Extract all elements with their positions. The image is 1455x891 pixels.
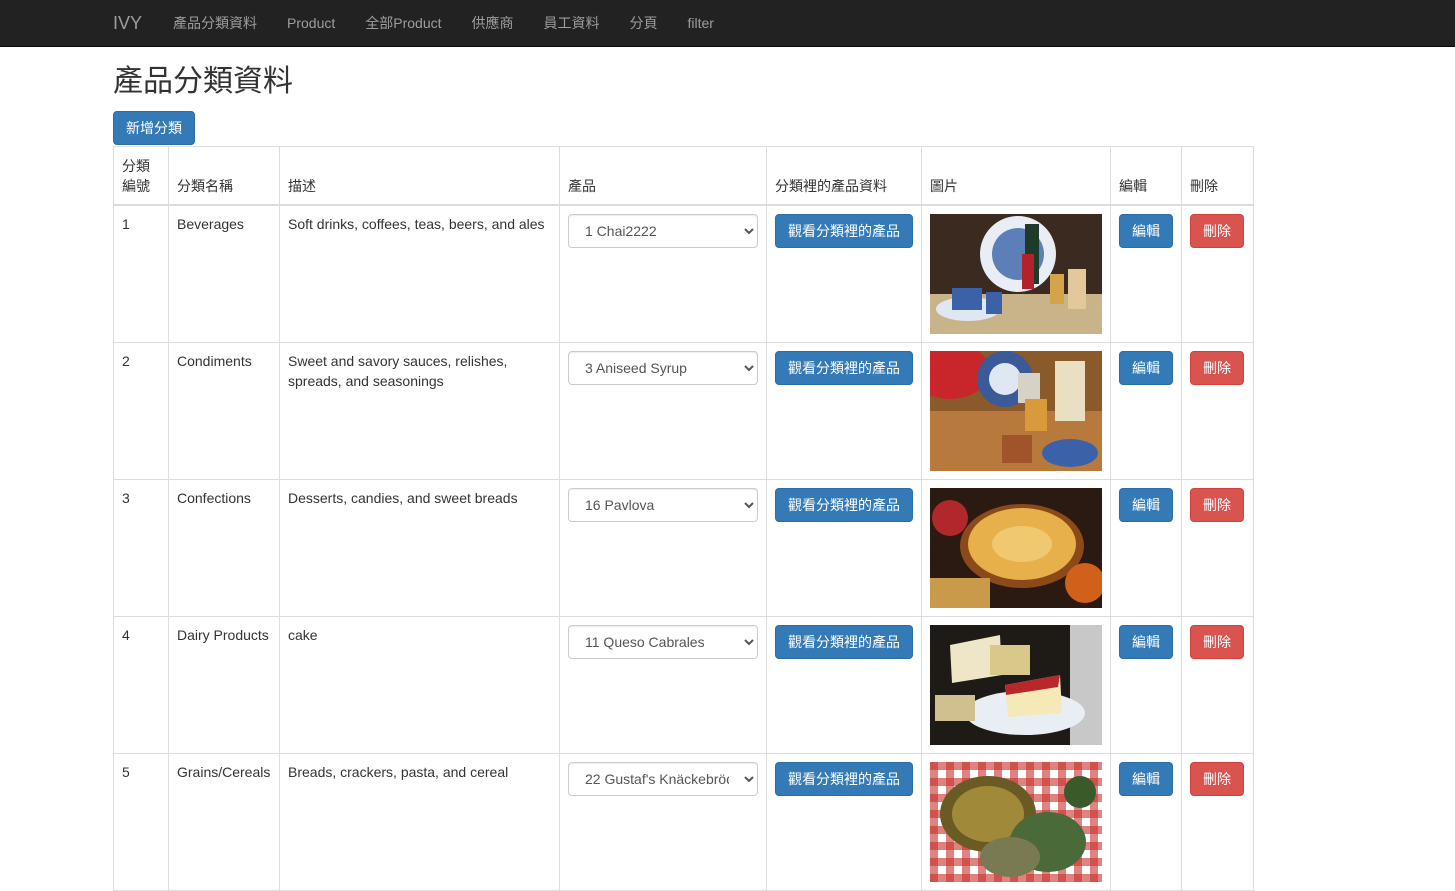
edit-button[interactable]: 編輯 (1119, 625, 1173, 659)
header-edit: 編輯 (1110, 146, 1182, 206)
table-row: 3 Confections Desserts, candies, and swe… (113, 479, 1254, 617)
top-navbar: IVY 產品分類資料 Product 全部Product 供應商 員工資料 分頁… (0, 0, 1455, 47)
category-image (930, 762, 1102, 882)
cell-name: Confections (168, 479, 280, 617)
cell-description: Breads, crackers, pasta, and cereal (279, 753, 560, 891)
product-select[interactable]: 16 Pavlova (568, 488, 758, 522)
cell-id: 3 (113, 479, 169, 617)
cell-name: Condiments (168, 342, 280, 480)
page-title: 產品分類資料 (113, 65, 293, 98)
main-content: 產品分類資料 新增分類 分類 編號 分類名稱 描述 產品 分類裡的產品資料 圖片 … (0, 65, 1455, 891)
edit-button[interactable]: 編輯 (1119, 214, 1173, 248)
product-select[interactable]: 22 Gustaf's Knäckebröd (568, 762, 758, 796)
brand-link[interactable]: IVY (113, 13, 142, 34)
product-select[interactable]: 1 Chai2222 (568, 214, 758, 248)
product-select[interactable]: 11 Queso Cabrales (568, 625, 758, 659)
nav-link-categories[interactable]: 產品分類資料 (158, 13, 272, 33)
edit-button[interactable]: 編輯 (1119, 762, 1173, 796)
header-picture: 圖片 (921, 146, 1111, 206)
product-select[interactable]: 3 Aniseed Syrup (568, 351, 758, 385)
cell-description: cake (279, 616, 560, 754)
nav-link-paging[interactable]: 分頁 (615, 13, 673, 33)
delete-button[interactable]: 刪除 (1190, 214, 1244, 248)
nav-link-employees[interactable]: 員工資料 (529, 13, 615, 33)
category-image (930, 488, 1102, 608)
delete-button[interactable]: 刪除 (1190, 625, 1244, 659)
header-name: 分類名稱 (168, 146, 280, 206)
table-row: 4 Dairy Products cake 11 Queso Cabrales … (113, 616, 1254, 754)
cell-description: Sweet and savory sauces, relishes, sprea… (279, 342, 560, 480)
view-products-button[interactable]: 觀看分類裡的產品 (775, 488, 913, 522)
category-image (930, 214, 1102, 334)
header-description: 描述 (279, 146, 560, 206)
header-delete: 刪除 (1181, 146, 1254, 206)
cell-description: Desserts, candies, and sweet breads (279, 479, 560, 617)
add-category-button[interactable]: 新增分類 (113, 111, 195, 145)
table-row: 5 Grains/Cereals Breads, crackers, pasta… (113, 753, 1254, 891)
delete-button[interactable]: 刪除 (1190, 351, 1244, 385)
table-row: 1 Beverages Soft drinks, coffees, teas, … (113, 204, 1254, 343)
cell-description: Soft drinks, coffees, teas, beers, and a… (279, 204, 560, 343)
table-header-row: 分類 編號 分類名稱 描述 產品 分類裡的產品資料 圖片 編輯 刪除 (113, 146, 1254, 206)
cell-name: Grains/Cereals (168, 753, 280, 891)
edit-button[interactable]: 編輯 (1119, 351, 1173, 385)
nav-link-filter[interactable]: filter (673, 15, 729, 31)
view-products-button[interactable]: 觀看分類裡的產品 (775, 351, 913, 385)
cell-id: 1 (113, 204, 169, 343)
delete-button[interactable]: 刪除 (1190, 488, 1244, 522)
cell-id: 2 (113, 342, 169, 480)
cell-id: 5 (113, 753, 169, 891)
delete-button[interactable]: 刪除 (1190, 762, 1244, 796)
nav-link-all-product[interactable]: 全部Product (350, 13, 456, 33)
cell-id: 4 (113, 616, 169, 754)
view-products-button[interactable]: 觀看分類裡的產品 (775, 625, 913, 659)
view-products-button[interactable]: 觀看分類裡的產品 (775, 214, 913, 248)
cell-name: Dairy Products (168, 616, 280, 754)
category-image (930, 351, 1102, 471)
header-product: 產品 (559, 146, 767, 206)
header-id: 分類 編號 (113, 146, 169, 206)
cell-name: Beverages (168, 204, 280, 343)
category-image (930, 625, 1102, 745)
view-products-button[interactable]: 觀看分類裡的產品 (775, 762, 913, 796)
edit-button[interactable]: 編輯 (1119, 488, 1173, 522)
categories-table: 分類 編號 分類名稱 描述 產品 分類裡的產品資料 圖片 編輯 刪除 1 Beve… (113, 146, 1254, 891)
nav-link-product[interactable]: Product (272, 15, 350, 31)
header-products-info: 分類裡的產品資料 (766, 146, 922, 206)
table-row: 2 Condiments Sweet and savory sauces, re… (113, 342, 1254, 480)
nav-link-suppliers[interactable]: 供應商 (457, 13, 529, 33)
